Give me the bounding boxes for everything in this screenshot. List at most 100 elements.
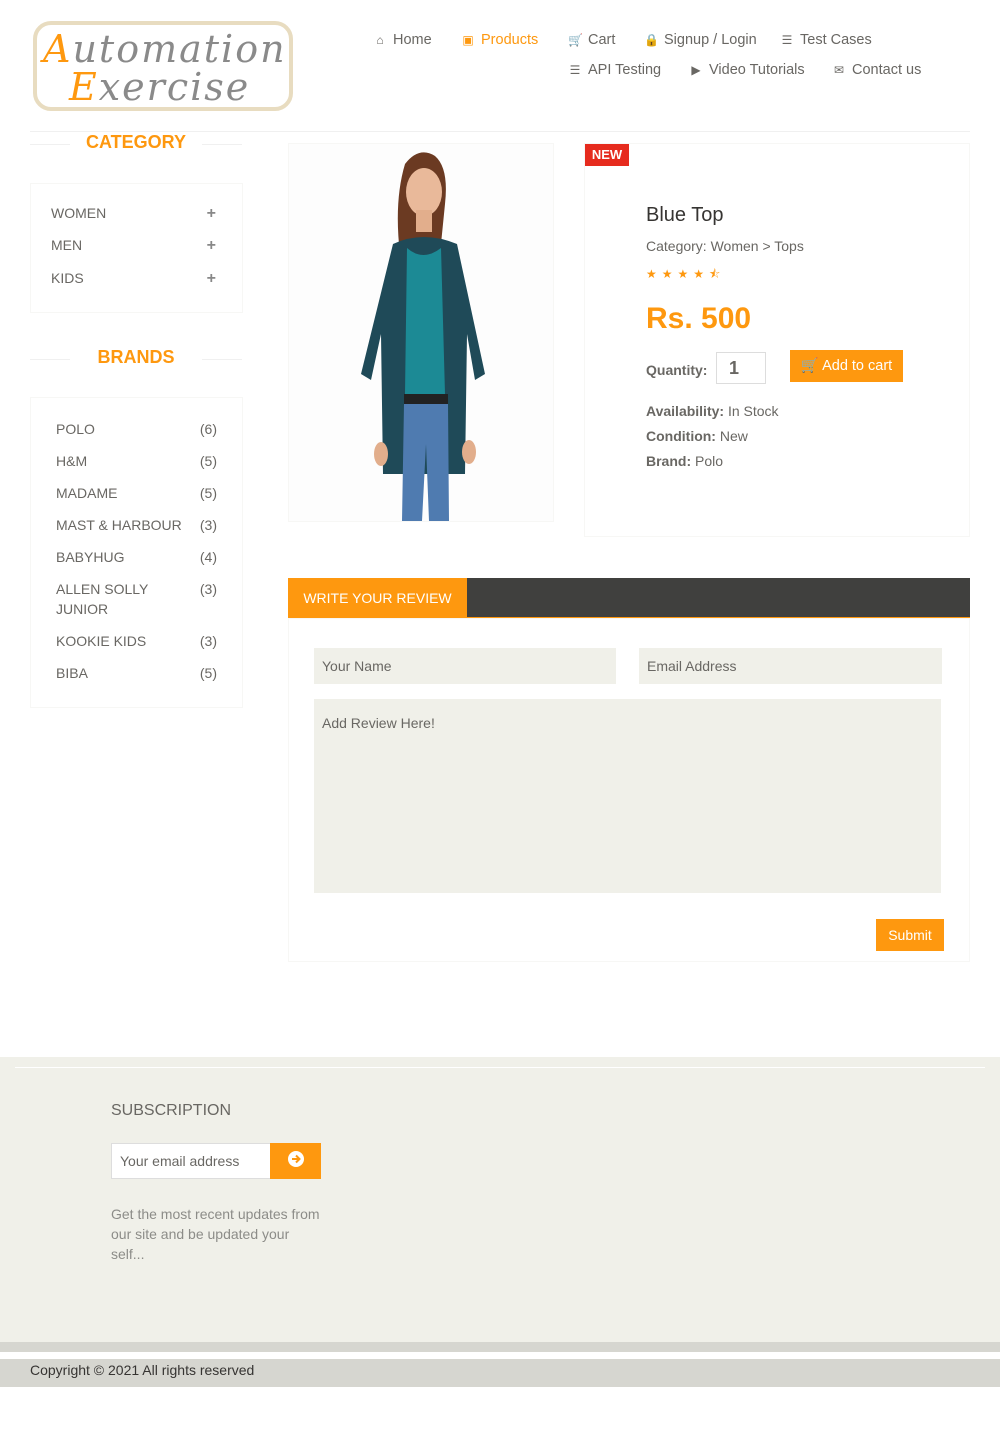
brand-count: (5) — [199, 665, 217, 681]
subscription-email-input[interactable] — [111, 1143, 271, 1179]
youtube-play-icon: ▶ — [691, 63, 701, 77]
category-women[interactable]: WOMEN + — [51, 205, 216, 223]
brand-mast-harbour[interactable]: MAST & HARBOUR (3) — [56, 515, 217, 535]
brand-count: (3) — [199, 517, 217, 533]
product-photo-placeholder — [361, 152, 485, 521]
site-logo[interactable]: Automation Exercise — [33, 21, 293, 111]
lock-icon: 🔒 — [644, 33, 659, 47]
condition: Condition: New — [646, 428, 748, 444]
logo-cap-e: E — [69, 65, 99, 109]
brand-hm[interactable]: H&M (5) — [56, 451, 217, 471]
new-badge: NEW — [585, 144, 629, 166]
footer-gap — [0, 1352, 1000, 1359]
brand-biba[interactable]: BIBA (5) — [56, 663, 217, 683]
brands-panel: POLO (6) H&M (5) MADAME (5) MAST & HARBOUR (… — [30, 397, 243, 708]
brand-count: (5) — [199, 485, 217, 501]
product-image — [288, 143, 554, 522]
envelope-icon: ✉ — [833, 63, 845, 77]
category-title: CATEGORY — [30, 132, 242, 153]
brand-count: (3) — [199, 633, 217, 649]
quantity-input[interactable] — [716, 352, 766, 384]
brand-polo[interactable]: POLO (6) — [56, 419, 217, 439]
brand-count: (6) — [199, 421, 217, 437]
condition-label: Condition: — [646, 428, 716, 444]
subscribe-button[interactable] — [270, 1143, 321, 1179]
review-name-input[interactable] — [314, 648, 616, 684]
nav-home-label: Home — [393, 32, 432, 48]
nav-test-cases[interactable]: ☰ Test Cases — [780, 32, 872, 48]
brand-count: (5) — [199, 453, 217, 469]
category-panel: WOMEN + MEN + KIDS + — [30, 183, 243, 313]
nav-video-tutorials[interactable]: ▶ Video Tutorials — [689, 62, 805, 78]
home-icon: ⌂ — [376, 33, 384, 47]
brand-name: POLO — [56, 421, 95, 437]
nav-api-label: API Testing — [588, 62, 662, 78]
nav-cart[interactable]: 🛒 Cart — [568, 32, 615, 48]
brand-name: MAST & HARBOUR — [56, 517, 182, 533]
footer-strip — [0, 1342, 1000, 1352]
footer-divider — [15, 1067, 985, 1068]
brand-name: KOOKIE KIDS — [56, 633, 147, 649]
nav-test-cases-label: Test Cases — [800, 32, 872, 48]
subscription-text: Get the most recent updates from our sit… — [111, 1206, 320, 1262]
product-price: Rs. 500 — [646, 302, 752, 335]
brand-count: (4) — [199, 549, 217, 565]
brand-count: (3) — [199, 581, 217, 597]
nav-api-testing[interactable]: ☰ API Testing — [568, 62, 661, 78]
brand-name: MADAME — [56, 485, 118, 501]
plus-icon[interactable]: + — [207, 237, 216, 255]
footer — [0, 1057, 1000, 1342]
nav-contact-label: Contact us — [852, 62, 922, 78]
quantity-label: Quantity: — [646, 362, 708, 378]
cart-icon: 🛒 — [800, 358, 819, 374]
brand-label: Brand: — [646, 453, 692, 469]
tab-write-review[interactable]: WRITE YOUR REVIEW — [288, 578, 467, 618]
brand-allen-solly-junior[interactable]: ALLEN SOLLY JUNIOR (3) — [56, 579, 217, 619]
condition-value: New — [719, 428, 748, 444]
brand-kookie-kids[interactable]: KOOKIE KIDS (3) — [56, 631, 217, 651]
product-category: Category: Women > Tops — [646, 238, 804, 254]
review-textarea[interactable] — [314, 699, 941, 893]
nav-signup-login[interactable]: 🔒 Signup / Login — [644, 32, 757, 48]
category-label: WOMEN — [51, 205, 107, 221]
nav-video-label: Video Tutorials — [709, 62, 805, 78]
nav-products-label: Products — [481, 32, 539, 48]
nav-home[interactable]: ⌂ Home — [373, 32, 432, 48]
subscription-title: SUBSCRIPTION — [111, 1102, 232, 1119]
category-kids[interactable]: KIDS + — [51, 270, 216, 288]
plus-icon[interactable]: + — [207, 270, 216, 288]
nav-products[interactable]: ▣ Products — [461, 32, 538, 48]
category-label: MEN — [51, 237, 83, 253]
brand-name: H&M — [56, 453, 88, 469]
arrow-circle-right-icon — [287, 1150, 304, 1167]
brand: Brand: Polo — [646, 453, 723, 469]
briefcase-icon: ▣ — [462, 33, 474, 47]
list-icon: ☰ — [781, 33, 793, 47]
list-icon: ☰ — [569, 63, 581, 77]
brand-name: BABYHUG — [56, 549, 125, 565]
nav-cart-label: Cart — [588, 32, 616, 48]
cart-icon: 🛒 — [568, 33, 583, 47]
brand-madame[interactable]: MADAME (5) — [56, 483, 217, 503]
copyright-text: Copyright © 2021 All rights reserved — [30, 1362, 255, 1378]
nav-contact-us[interactable]: ✉ Contact us — [832, 62, 921, 78]
logo-line-2: Exercise — [69, 65, 250, 109]
logo-text-2: xercise — [98, 65, 251, 109]
category-label: KIDS — [51, 270, 84, 286]
brand-name: BIBA — [56, 665, 88, 681]
brand-value: Polo — [695, 453, 724, 469]
add-to-cart-button[interactable]: 🛒 Add to cart — [790, 350, 903, 382]
availability: Availability: In Stock — [646, 403, 779, 419]
review-email-input[interactable] — [639, 648, 942, 684]
product-info-panel — [584, 143, 970, 537]
plus-icon[interactable]: + — [207, 205, 216, 223]
rating-stars-icon: ★★★★⯪ — [646, 267, 726, 281]
nav-signup-label: Signup / Login — [664, 32, 757, 48]
product-name: Blue Top — [646, 204, 724, 226]
category-men[interactable]: MEN + — [51, 237, 216, 255]
brand-babyhug[interactable]: BABYHUG (4) — [56, 547, 217, 567]
brands-title: BRANDS — [30, 347, 242, 368]
availability-label: Availability: — [646, 403, 725, 419]
submit-review-button[interactable]: Submit — [876, 919, 944, 951]
brand-name: ALLEN SOLLY JUNIOR — [56, 581, 149, 617]
